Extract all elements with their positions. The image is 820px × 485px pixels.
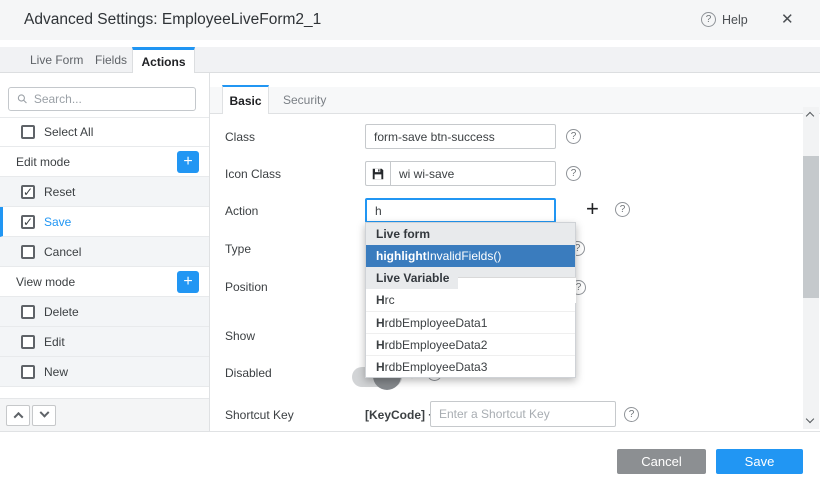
save-label: Save xyxy=(44,215,71,229)
shortcut-key-input[interactable] xyxy=(430,401,616,427)
option-rest-text: rc xyxy=(385,293,395,307)
option-match-text: highlight xyxy=(376,249,427,263)
help-label: Help xyxy=(722,13,748,27)
new-label: New xyxy=(44,365,68,379)
scroll-up-icon[interactable] xyxy=(807,113,813,119)
dialog-footer: Cancel Save xyxy=(0,431,820,485)
sidebar-item-save[interactable]: Save xyxy=(0,207,209,237)
search-input[interactable] xyxy=(34,92,187,106)
sidebar-item-edit[interactable]: Edit xyxy=(0,327,209,357)
select-all-label: Select All xyxy=(44,125,93,139)
keycode-prefix-label: [KeyCode] + xyxy=(365,408,435,422)
move-down-button[interactable] xyxy=(32,405,56,426)
save-checkbox[interactable] xyxy=(21,215,35,229)
dialog-title: Advanced Settings: EmployeeLiveForm2_1 xyxy=(24,11,321,29)
disabled-field-label: Disabled xyxy=(225,366,272,380)
select-all-checkbox[interactable] xyxy=(21,125,35,139)
scrollbar-thumb[interactable] xyxy=(803,156,819,298)
group-edit-mode: Edit mode + xyxy=(0,147,209,177)
save-floppy-icon xyxy=(366,162,391,185)
action-field-label: Action xyxy=(225,204,258,218)
move-up-button[interactable] xyxy=(6,405,30,426)
edit-checkbox[interactable] xyxy=(21,335,35,349)
cancel-checkbox[interactable] xyxy=(21,245,35,259)
class-input[interactable] xyxy=(365,124,556,149)
cancel-label: Cancel xyxy=(44,245,81,259)
option-rest-text: rdbEmployeeData3 xyxy=(385,360,488,374)
tab-live-form[interactable]: Live Form xyxy=(30,53,83,67)
option-rest-text: InvalidFields() xyxy=(427,249,502,263)
icon-class-field-label: Icon Class xyxy=(225,167,281,181)
sidebar-item-new[interactable]: New xyxy=(0,357,209,387)
help-button[interactable]: ? Help xyxy=(701,12,748,27)
edit-label: Edit xyxy=(44,335,65,349)
option-rest-text: rdbEmployeeData2 xyxy=(385,338,488,352)
tab-basic[interactable]: Basic xyxy=(222,85,269,114)
dropdown-option-hrdbemployeedata1[interactable]: HrdbEmployeeData1 xyxy=(366,311,575,333)
cancel-button[interactable]: Cancel xyxy=(617,449,706,474)
close-icon[interactable]: ✕ xyxy=(781,10,794,28)
sidebar-search[interactable] xyxy=(8,87,196,111)
icon-class-input-group[interactable] xyxy=(365,161,556,186)
chevron-up-icon xyxy=(13,412,23,422)
tab-security[interactable]: Security xyxy=(283,93,326,107)
add-action-icon[interactable]: + xyxy=(586,196,599,222)
show-field-label: Show xyxy=(225,329,255,343)
delete-label: Delete xyxy=(44,305,79,319)
reorder-toolbar xyxy=(0,398,209,431)
help-circle-icon: ? xyxy=(701,12,716,27)
select-all-row[interactable]: Select All xyxy=(0,117,209,147)
option-rest-text: rdbEmployeeData1 xyxy=(385,316,488,330)
tab-actions[interactable]: Actions xyxy=(132,47,195,74)
reset-checkbox[interactable] xyxy=(21,185,35,199)
group-view-mode: View mode + xyxy=(0,267,209,297)
dropdown-option-highlightinvalidfields[interactable]: highlightInvalidFields() xyxy=(366,245,575,267)
add-view-action-button[interactable]: + xyxy=(177,271,199,293)
sidebar-item-delete[interactable]: Delete xyxy=(0,297,209,327)
actions-sidebar: Select All Edit mode + Reset Save Cancel… xyxy=(0,73,210,431)
dropdown-option-hrdbemployeedata2[interactable]: HrdbEmployeeData2 xyxy=(366,333,575,355)
dialog-header: Advanced Settings: EmployeeLiveForm2_1 ?… xyxy=(0,0,820,40)
option-match-text: H xyxy=(376,316,385,330)
delete-checkbox[interactable] xyxy=(21,305,35,319)
tab-fields[interactable]: Fields xyxy=(95,53,127,67)
advanced-settings-dialog: Advanced Settings: EmployeeLiveForm2_1 ?… xyxy=(0,0,820,485)
save-button[interactable]: Save xyxy=(716,449,803,474)
dropdown-group-live-form: Live form xyxy=(366,223,575,245)
shortcut-help-icon[interactable]: ? xyxy=(624,407,639,422)
group-view-mode-label: View mode xyxy=(16,275,75,289)
chevron-down-icon xyxy=(39,408,49,418)
class-help-icon[interactable]: ? xyxy=(566,129,581,144)
overlapping-input-artifact xyxy=(458,277,576,303)
position-field-label: Position xyxy=(225,280,268,294)
shortcut-key-field-label: Shortcut Key xyxy=(225,408,294,422)
group-edit-mode-label: Edit mode xyxy=(16,155,70,169)
search-icon xyxy=(17,93,28,105)
reset-label: Reset xyxy=(44,185,75,199)
icon-class-input[interactable] xyxy=(391,162,555,185)
dropdown-option-hrdbemployeedata3[interactable]: HrdbEmployeeData3 xyxy=(366,355,575,377)
option-match-text: H xyxy=(376,293,385,307)
icon-class-help-icon[interactable]: ? xyxy=(566,166,581,181)
action-help-icon[interactable]: ? xyxy=(615,202,630,217)
sidebar-item-reset[interactable]: Reset xyxy=(0,177,209,207)
option-match-text: H xyxy=(376,360,385,374)
main-tabbar: Live Form Fields Actions xyxy=(0,47,820,73)
class-field-label: Class xyxy=(225,130,255,144)
scroll-down-icon[interactable] xyxy=(807,416,813,422)
sidebar-item-cancel[interactable]: Cancel xyxy=(0,237,209,267)
option-match-text: H xyxy=(376,338,385,352)
panel-scrollbar[interactable] xyxy=(803,107,819,429)
action-autocomplete-dropdown: Live form highlightInvalidFields() Live … xyxy=(365,222,576,378)
new-checkbox[interactable] xyxy=(21,365,35,379)
action-input[interactable] xyxy=(365,198,556,223)
type-field-label: Type xyxy=(225,242,251,256)
add-edit-action-button[interactable]: + xyxy=(177,151,199,173)
